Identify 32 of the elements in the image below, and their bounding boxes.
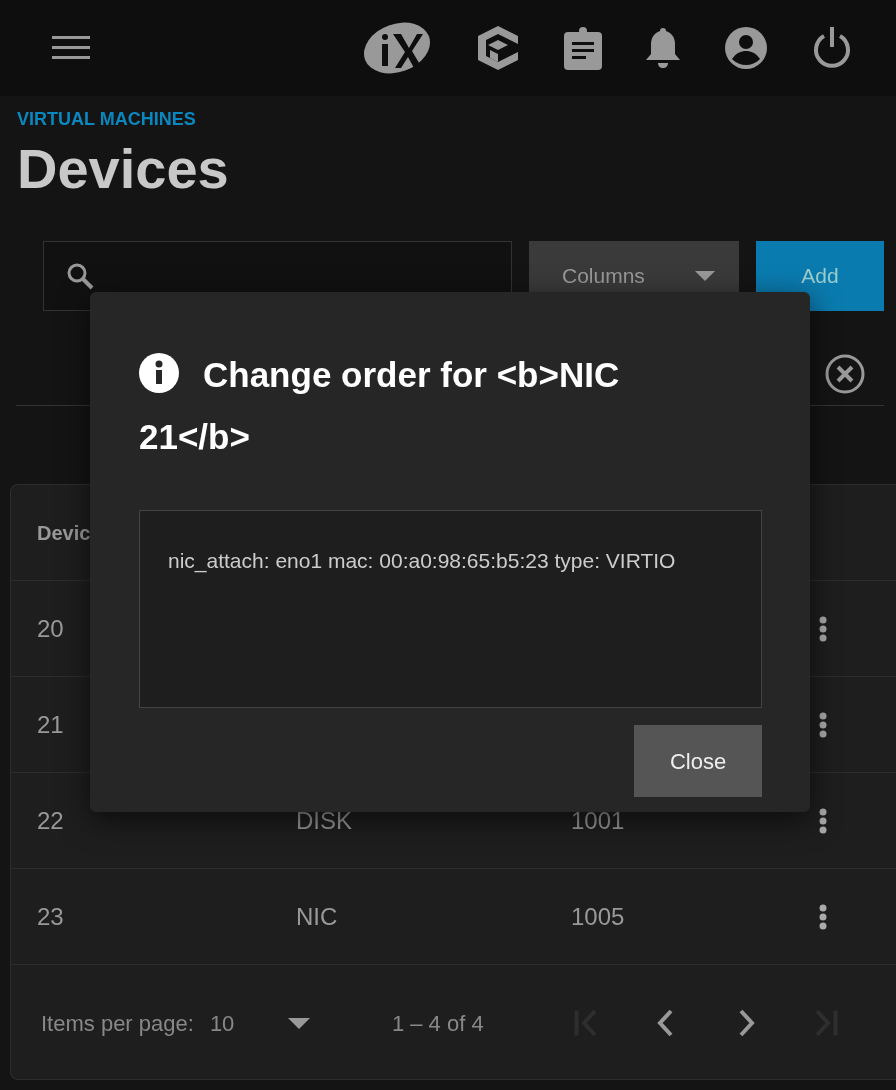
id-cell-text: 23 <box>36 901 65 932</box>
type-cell-text: NIC <box>296 901 339 932</box>
caret-icon <box>695 271 715 281</box>
page-range: 1 – 4 of 4 <box>391 1009 484 1038</box>
breadcrumb[interactable]: VIRTUAL MACHINES <box>17 106 896 133</box>
order-cell-text: 1001 <box>571 805 626 836</box>
menu-icon[interactable] <box>52 36 90 60</box>
power-icon[interactable] <box>812 27 852 69</box>
more-icon[interactable] <box>819 711 827 738</box>
clipboard-icon[interactable] <box>564 26 602 70</box>
logo-icon[interactable] <box>362 22 432 74</box>
caret-icon <box>287 1017 310 1029</box>
id-cell-text: 20 <box>36 613 65 644</box>
info-icon <box>139 353 179 393</box>
id-cell-text: 22 <box>36 805 65 836</box>
clear-icon[interactable] <box>824 353 866 395</box>
more-icon[interactable] <box>819 903 827 930</box>
page-title: Devices <box>17 141 230 197</box>
dialog-title: Change order for <b>NIC 21</b> <box>139 352 621 458</box>
items-per-page-label: Items per page: <box>41 1009 194 1038</box>
page-size-select[interactable]: 10 <box>209 1006 310 1040</box>
cube-icon[interactable] <box>476 24 520 72</box>
dialog-message: nic_attach: eno1 mac: 00:a0:98:65:b5:23 type: VIRTIO <box>139 510 762 708</box>
search-icon <box>66 262 94 290</box>
id-cell-text: 21 <box>36 709 65 740</box>
type-cell-text: DISK <box>296 805 353 836</box>
bell-icon[interactable] <box>646 26 680 70</box>
order-cell-text: 1005 <box>571 901 626 932</box>
close-button[interactable]: Close <box>634 725 762 797</box>
more-icon[interactable] <box>819 807 827 834</box>
account-icon[interactable] <box>724 26 768 70</box>
more-icon[interactable] <box>819 615 827 642</box>
